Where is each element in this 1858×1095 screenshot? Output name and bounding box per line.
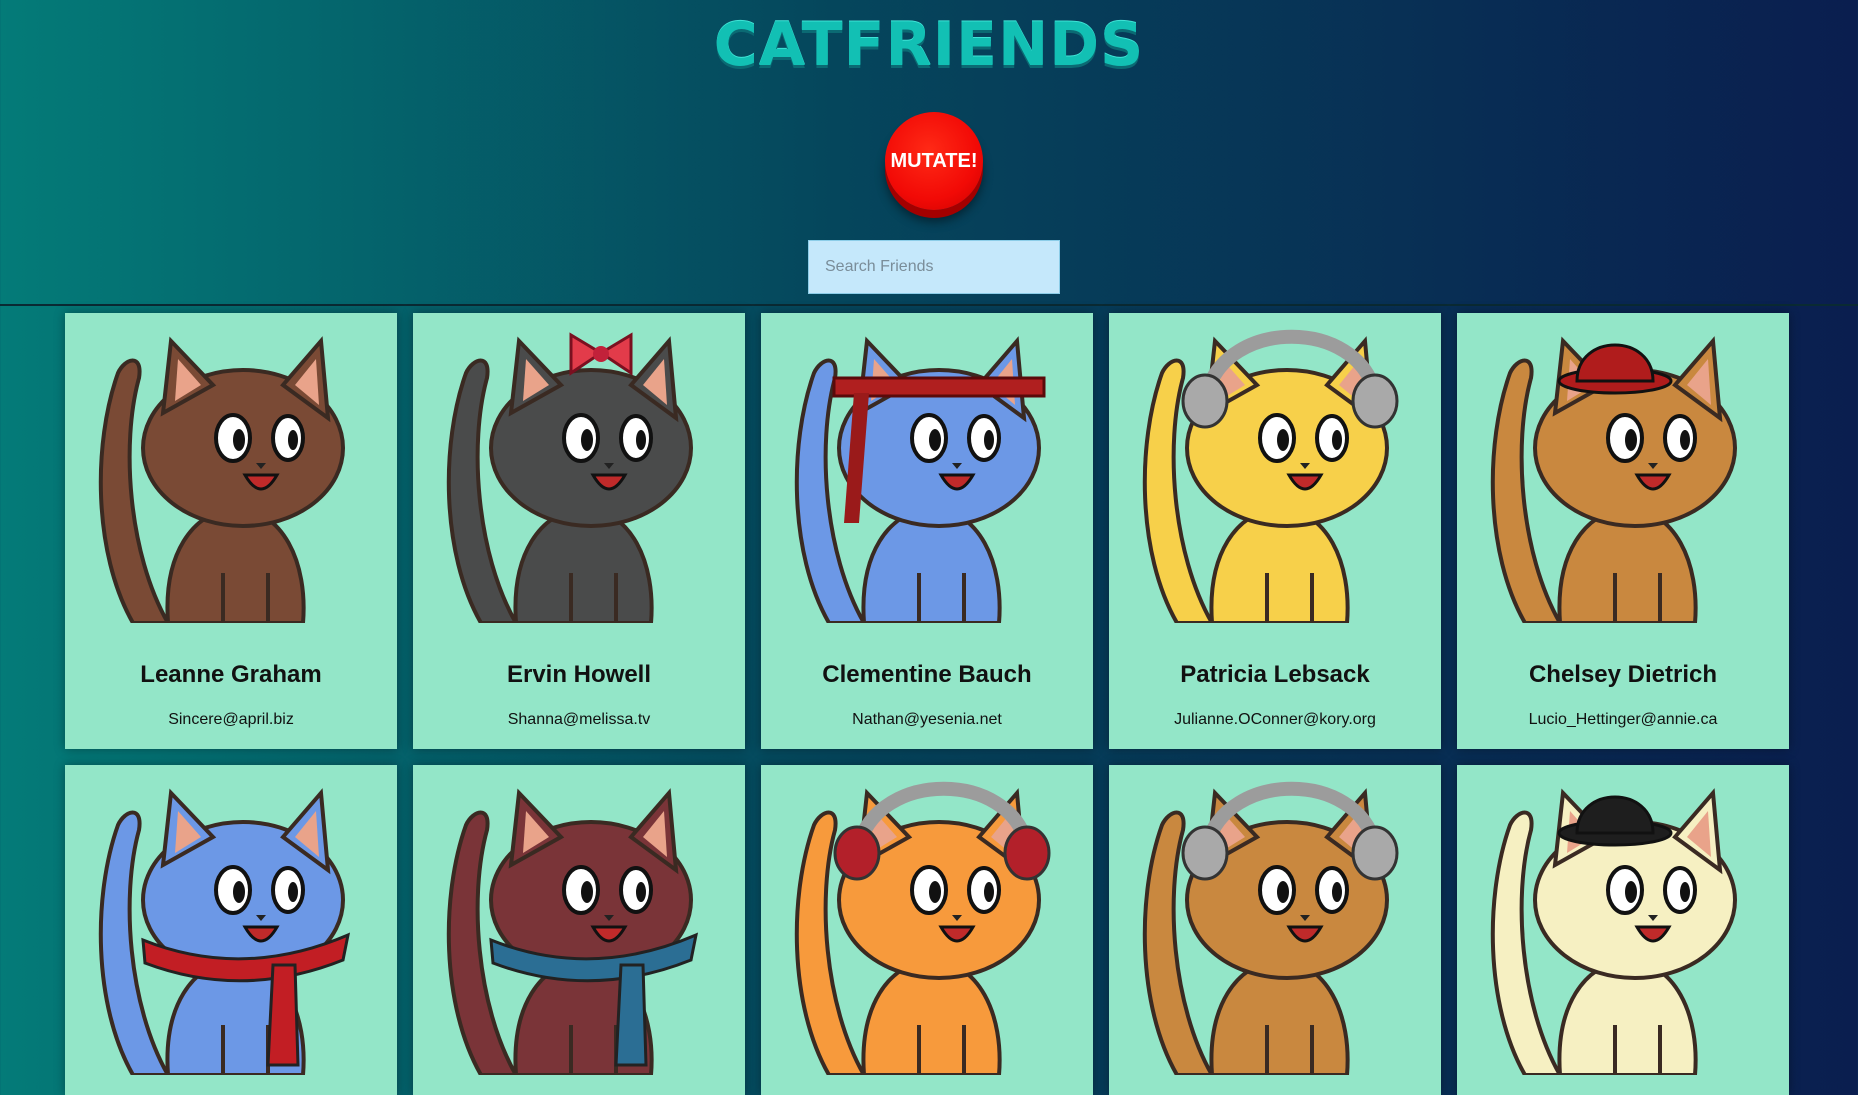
cat-image (1142, 781, 1399, 1075)
cat-card: Chelsey Dietrich Lucio_Hettinger@annie.ca (1457, 313, 1789, 749)
cat-image (1142, 329, 1399, 623)
cat-email: Sincere@april.biz (168, 711, 294, 728)
cat-card (761, 765, 1093, 1095)
cat-name: Patricia Lebsack (1180, 661, 1370, 688)
cat-image (1490, 336, 1737, 623)
cat-card: Leanne Graham Sincere@april.biz (65, 313, 397, 749)
cat-card (413, 765, 745, 1095)
cat-card: Clementine Bauch Nathan@yesenia.net (761, 313, 1093, 749)
cat-email: Lucio_Hettinger@annie.ca (1528, 711, 1718, 728)
cat-image (794, 781, 1051, 1075)
cat-email: Nathan@yesenia.net (852, 711, 1002, 728)
cat-name: Ervin Howell (506, 661, 652, 688)
cat-card: Ervin Howell Shanna@melissa.tv (413, 313, 745, 749)
cat-image (1490, 788, 1737, 1075)
cat-card (1457, 765, 1789, 1095)
search-input[interactable] (808, 240, 1060, 294)
mutate-button[interactable]: MUTATE! (885, 112, 983, 210)
cat-card (65, 765, 397, 1095)
cat-image (98, 336, 345, 623)
cat-email: Shanna@melissa.tv (507, 711, 651, 728)
header: CATFRIENDS MUTATE! (0, 0, 1858, 306)
app-logo: CATFRIENDS (713, 10, 1145, 80)
cat-card: Patricia Lebsack Julianne.OConner@kory.or… (1109, 313, 1441, 749)
cat-name: Leanne Graham (140, 661, 322, 688)
cat-image (98, 788, 351, 1075)
cat-image (794, 336, 1046, 623)
cat-image (446, 332, 693, 623)
cat-name: Clementine Bauch (822, 661, 1032, 688)
cat-card (1109, 765, 1441, 1095)
cat-email: Julianne.OConner@kory.org (1174, 711, 1376, 728)
cat-image (446, 788, 699, 1075)
cat-name: Chelsey Dietrich (1528, 661, 1718, 688)
